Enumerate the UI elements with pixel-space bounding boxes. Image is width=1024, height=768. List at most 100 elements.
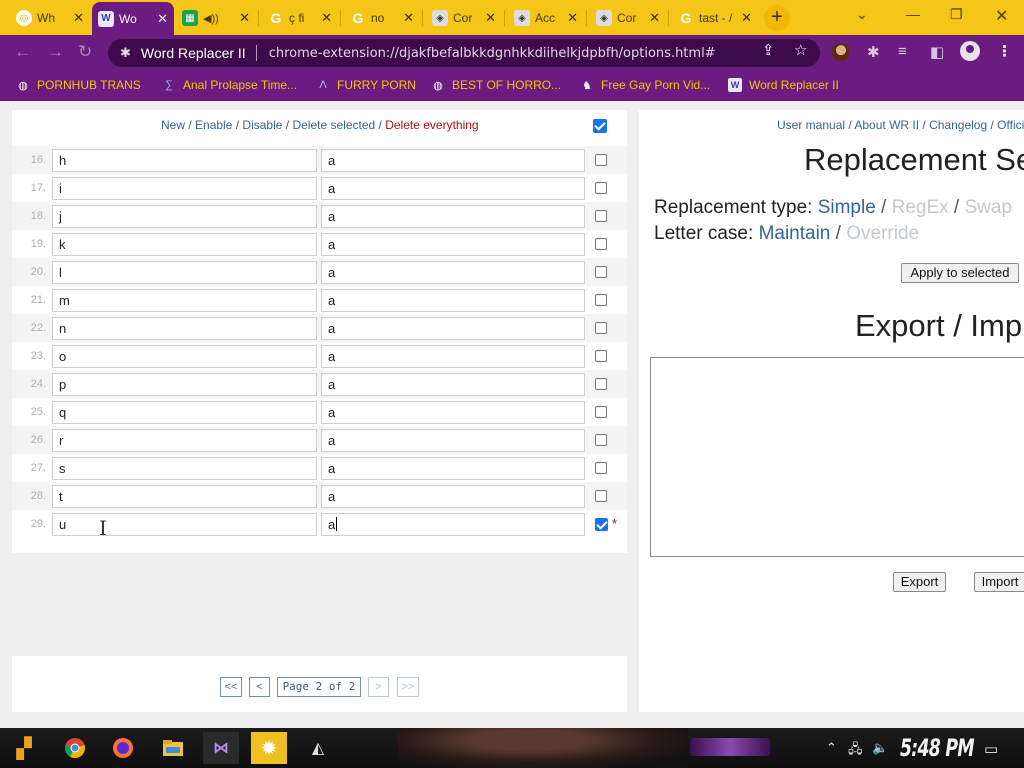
prev-page-button[interactable]: < — [249, 677, 270, 697]
extension-avatar-icon[interactable] — [832, 43, 850, 61]
next-page-button[interactable]: > — [368, 677, 389, 697]
replace-field[interactable]: a — [321, 345, 585, 368]
tab-search-icon[interactable]: ⌄ — [856, 6, 868, 23]
row-checkbox[interactable] — [595, 154, 607, 166]
replace-field[interactable]: a — [321, 261, 585, 284]
find-field[interactable]: h — [52, 149, 317, 172]
row-checkbox[interactable] — [595, 210, 607, 222]
app-icon[interactable]: ◭ — [300, 732, 336, 764]
tab-3[interactable]: G ç fi ✕ — [262, 4, 338, 32]
close-tab-icon[interactable]: ✕ — [157, 11, 168, 27]
url-text[interactable]: chrome-extension://djakfbefalbkkdgnhkkdi… — [269, 46, 716, 61]
official-link[interactable]: Offici — [997, 118, 1024, 132]
replace-field[interactable]: a — [321, 401, 585, 424]
close-tab-icon[interactable]: ✕ — [403, 10, 414, 26]
close-window-icon[interactable]: ✕ — [995, 6, 1008, 26]
tab-2[interactable]: ▦ ◀)) ✕ — [176, 4, 256, 32]
reload-icon[interactable]: ↻ — [78, 42, 92, 62]
bookmark-item[interactable]: Λ FURRY PORN — [316, 78, 416, 92]
find-field[interactable]: u — [52, 513, 317, 536]
import-button[interactable]: Import — [974, 572, 1024, 592]
find-field[interactable]: r — [52, 429, 317, 452]
row-checkbox[interactable] — [595, 294, 607, 306]
row-checkbox[interactable] — [595, 238, 607, 250]
first-page-button[interactable]: << — [220, 677, 242, 697]
find-field[interactable]: q — [52, 401, 317, 424]
tab-8[interactable]: G tast - / ✕ — [672, 4, 758, 32]
tray-chevron-icon[interactable]: ⌃ — [826, 740, 837, 756]
firefox-icon[interactable] — [105, 732, 141, 764]
find-field[interactable]: m — [52, 289, 317, 312]
select-all-checkbox[interactable] — [593, 119, 607, 133]
profile-icon[interactable] — [960, 41, 980, 61]
find-field[interactable]: j — [52, 205, 317, 228]
chrome-icon[interactable] — [57, 732, 93, 764]
bookmark-star-icon[interactable]: ☆ — [794, 41, 807, 59]
bookmark-item[interactable]: ♞ Free Gay Porn Vid... — [580, 78, 710, 92]
row-checkbox[interactable] — [595, 182, 607, 194]
row-checkbox[interactable] — [595, 462, 607, 474]
bookmark-item[interactable]: ∑ Anal Prolapse Time... — [162, 78, 297, 92]
bookmark-item[interactable]: W Word Replacer II — [728, 78, 839, 92]
find-field[interactable]: i — [52, 177, 317, 200]
type-swap-option[interactable]: Swap — [965, 197, 1013, 218]
type-regex-option[interactable]: RegEx — [892, 197, 949, 218]
close-tab-icon[interactable]: ✕ — [567, 10, 578, 26]
find-field[interactable]: p — [52, 373, 317, 396]
settings-icon[interactable]: ✹ — [251, 732, 287, 764]
replace-field[interactable]: a — [321, 485, 585, 508]
replace-field[interactable]: a — [321, 429, 585, 452]
last-page-button[interactable]: >> — [397, 677, 419, 697]
replace-field[interactable]: a — [321, 513, 585, 536]
replace-field[interactable]: a — [321, 149, 585, 172]
find-field[interactable]: o — [52, 345, 317, 368]
tab-7[interactable]: ◈ Cor ✕ — [590, 4, 666, 32]
disable-link[interactable]: Disable — [242, 118, 282, 132]
tab-5[interactable]: ◈ Cor ✕ — [426, 4, 502, 32]
close-tab-icon[interactable]: ✕ — [485, 10, 496, 26]
apply-to-selected-button[interactable]: Apply to selected — [901, 263, 1019, 283]
volume-icon[interactable]: 🔈 — [872, 740, 888, 756]
replace-field[interactable]: a — [321, 205, 585, 228]
forward-icon[interactable]: → — [47, 42, 64, 62]
close-tab-icon[interactable]: ✕ — [321, 10, 332, 26]
replace-field[interactable]: a — [321, 177, 585, 200]
replace-field[interactable]: a — [321, 457, 585, 480]
replace-field[interactable]: a — [321, 317, 585, 340]
clock[interactable]: 5:48 PM — [900, 734, 975, 762]
type-simple-option[interactable]: Simple — [818, 197, 876, 218]
menu-kebab-icon[interactable]: ⋮ — [997, 42, 1012, 60]
close-tab-icon[interactable]: ✕ — [239, 10, 250, 26]
media-icon[interactable]: ≡ — [898, 43, 907, 60]
row-checkbox[interactable] — [595, 490, 607, 502]
tab-4[interactable]: G no ✕ — [344, 4, 420, 32]
row-checkbox[interactable] — [595, 378, 607, 390]
delete-everything-link[interactable]: Delete everything — [385, 118, 478, 132]
restore-icon[interactable]: ❐ — [950, 6, 963, 23]
about-link[interactable]: About WR II — [854, 118, 919, 132]
back-icon[interactable]: ← — [14, 42, 31, 62]
close-tab-icon[interactable]: ✕ — [741, 10, 752, 26]
file-explorer-icon[interactable] — [155, 732, 191, 764]
find-field[interactable]: k — [52, 233, 317, 256]
enable-link[interactable]: Enable — [195, 118, 232, 132]
export-button[interactable]: Export — [893, 572, 946, 592]
row-checkbox[interactable] — [595, 406, 607, 418]
delete-selected-link[interactable]: Delete selected — [292, 118, 375, 132]
find-field[interactable]: s — [52, 457, 317, 480]
new-link[interactable]: New — [161, 118, 185, 132]
visual-studio-icon[interactable]: ⋈ — [203, 732, 239, 764]
extensions-icon[interactable]: ✱ — [867, 43, 880, 61]
side-panel-icon[interactable]: ◧ — [930, 43, 944, 61]
new-tab-button[interactable]: + — [764, 5, 790, 31]
close-tab-icon[interactable]: ✕ — [73, 10, 84, 26]
close-tab-icon[interactable]: ✕ — [649, 10, 660, 26]
row-checkbox[interactable] — [595, 350, 607, 362]
row-checkbox[interactable] — [595, 266, 607, 278]
find-field[interactable]: t — [52, 485, 317, 508]
network-icon[interactable]: 🖧 — [848, 740, 863, 762]
row-checkbox[interactable] — [595, 518, 608, 531]
changelog-link[interactable]: Changelog — [929, 118, 987, 132]
replace-field[interactable]: a — [321, 373, 585, 396]
minimize-icon[interactable]: — — [906, 6, 920, 22]
